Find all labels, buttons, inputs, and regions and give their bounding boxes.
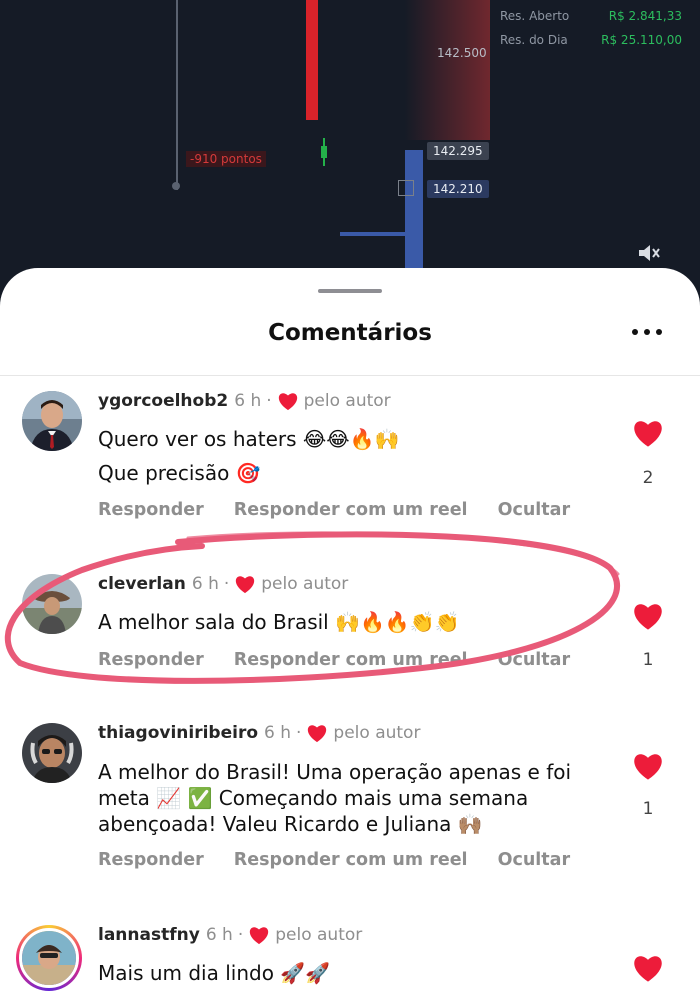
comment-meta: thiagoviniribeiro 6 h · pelo autor [98, 723, 421, 743]
like-count: 1 [642, 650, 654, 670]
chart-line-dot [172, 182, 180, 190]
chart-red-candle [306, 0, 318, 120]
comment-username[interactable]: ygorcoelhob2 [98, 391, 228, 411]
reply-with-reel-button[interactable]: Responder com um reel [234, 850, 468, 870]
order-book-buy-line [340, 232, 420, 236]
order-book-buy-depth [405, 150, 423, 270]
like-count: 2 [642, 468, 654, 488]
comment-text-line: Quero ver os haters 😂😂🔥🙌 [98, 427, 400, 451]
comment-text-line: abençoada! Valeu Ricardo e Juliana 🙌🏽 [98, 812, 483, 836]
chart-vertical-line [176, 0, 178, 190]
comment-text-line: Que precisão 🎯 [98, 461, 261, 485]
like-heart-icon[interactable] [631, 953, 665, 983]
avatar-with-story-ring[interactable] [16, 925, 82, 991]
chart-green-candle [321, 146, 327, 158]
comment-actions: Responder Responder com um reel Ocultar [98, 850, 600, 870]
comment-text-line: A melhor do Brasil! Uma operação apenas … [98, 760, 572, 784]
comment-text-line: Mais um dia lindo 🚀🚀 [98, 961, 331, 985]
like-heart-icon[interactable] [631, 601, 665, 631]
hide-button[interactable]: Ocultar [498, 850, 571, 870]
title-divider [0, 375, 700, 376]
res-dia-value: R$ 25.110,00 [601, 33, 682, 47]
reply-button[interactable]: Responder [98, 850, 204, 870]
reply-button[interactable]: Responder [98, 500, 204, 520]
price-tag-entry: 142.210 [427, 180, 489, 198]
liked-by-author-heart-icon [308, 725, 327, 743]
hide-button[interactable]: Ocultar [498, 500, 571, 520]
res-dia-label: Res. do Dia [500, 33, 568, 47]
liked-by-author-label: pelo autor [333, 723, 421, 743]
res-aberto-value: R$ 2.841,33 [608, 9, 682, 23]
price-tag-current: 142.295 [427, 142, 489, 160]
price-level-label: 142.500 [437, 46, 487, 60]
liked-by-author-heart-icon [250, 927, 269, 945]
comment-username[interactable]: lannastfny [98, 925, 200, 945]
order-book-sell-depth [405, 0, 490, 140]
like-heart-icon[interactable] [631, 751, 665, 781]
highlight-ring-annotation [4, 531, 620, 684]
comment-meta: ygorcoelhob2 6 h · pelo autor [98, 391, 391, 411]
comment-username[interactable]: thiagoviniribeiro [98, 723, 258, 743]
reply-with-reel-button[interactable]: Responder com um reel [234, 500, 468, 520]
like-count: 1 [642, 799, 654, 819]
comment-time: 6 h [234, 391, 262, 411]
liked-by-author-label: pelo autor [275, 925, 363, 945]
liked-by-author-heart-icon [278, 393, 297, 411]
crosshair-icon [398, 180, 414, 196]
avatar[interactable] [22, 391, 82, 451]
like-heart-icon[interactable] [631, 418, 665, 448]
comment-text-line: meta 📈 ✅ Começando mais uma semana [98, 786, 529, 810]
mute-icon[interactable] [636, 241, 662, 265]
res-aberto-label: Res. Aberto [500, 9, 570, 23]
comment-time: 6 h [205, 925, 233, 945]
avatar[interactable] [22, 723, 82, 783]
comment-meta: lannastfny 6 h · pelo autor [98, 925, 363, 945]
liked-by-author-label: pelo autor [303, 391, 391, 411]
points-label: -910 pontos [186, 151, 266, 167]
comment-time: 6 h [264, 723, 292, 743]
sheet-drag-handle[interactable] [318, 289, 382, 293]
sheet-title: Comentários [268, 320, 432, 346]
more-options-icon[interactable] [632, 328, 662, 336]
comment-actions: Responder Responder com um reel Ocultar [98, 500, 600, 520]
